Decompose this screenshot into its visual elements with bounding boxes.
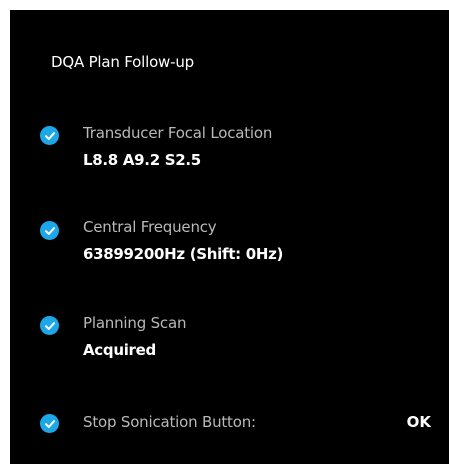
planning-scan-value: Acquired — [83, 341, 156, 359]
checkmark-icon — [40, 221, 59, 240]
transducer-focal-location-value: L8.8 A9.2 S2.5 — [83, 151, 201, 169]
central-frequency-value: 63899200Hz (Shift: 0Hz) — [83, 245, 284, 263]
planning-scan-label: Planning Scan — [83, 314, 187, 332]
checkmark-icon — [40, 126, 59, 145]
checkmark-icon — [40, 316, 59, 335]
stop-sonication-button-label: Stop Sonication Button: — [83, 413, 256, 431]
stop-sonication-button-status: OK — [406, 413, 431, 431]
dqa-plan-followup-panel: DQA Plan Follow-up Transducer Focal Loca… — [10, 10, 449, 464]
checkmark-icon — [40, 414, 59, 433]
transducer-focal-location-label: Transducer Focal Location — [83, 124, 273, 142]
panel-title: DQA Plan Follow-up — [51, 53, 194, 71]
central-frequency-label: Central Frequency — [83, 218, 217, 236]
